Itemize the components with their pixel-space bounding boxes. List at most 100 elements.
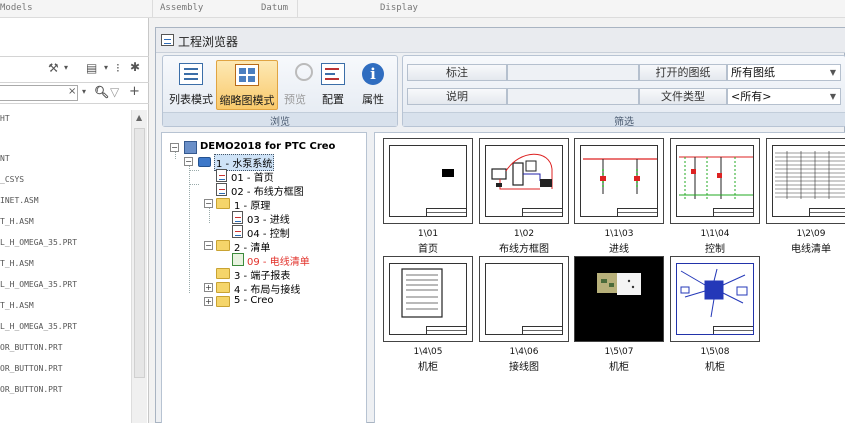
list-item[interactable]: OR_BUTTON.PRT: [0, 343, 63, 352]
list-item[interactable]: T_H.ASM: [0, 217, 34, 226]
filter-row-1: 标注 打开的图纸 所有图纸 ▼: [407, 64, 841, 81]
drawing-icon: [232, 211, 243, 224]
list-item[interactable]: NT: [0, 154, 10, 163]
thumbnail-item[interactable]: 1\4\06 接线图: [479, 256, 569, 373]
config-icon: [321, 63, 345, 85]
config-button[interactable]: 配置: [315, 60, 351, 110]
file-type-label: 文件类型: [639, 88, 727, 105]
properties-label: 属性: [362, 93, 384, 106]
tree-node-label: 04 - 控制: [247, 229, 290, 240]
thumbnail-item[interactable]: 1\1\03 进线: [574, 138, 664, 255]
list-mode-button[interactable]: 列表模式: [167, 60, 215, 110]
list-item[interactable]: OR_BUTTON.PRT: [0, 364, 63, 373]
list-item[interactable]: INET.ASM: [0, 196, 39, 205]
window-titlebar: 工程浏览器: [156, 28, 845, 53]
model-tree-scrollbar[interactable]: ▲: [131, 110, 147, 423]
thumbnail-name: 机柜: [609, 362, 629, 373]
thumbnail-name: 接线图: [509, 362, 539, 373]
thumbnail-item[interactable]: 1\4\05 机柜: [383, 256, 473, 373]
plus-icon[interactable]: +: [129, 84, 140, 99]
chevron-down-icon[interactable]: ▾: [104, 63, 108, 72]
list-item[interactable]: L_H_OMEGA_35.PRT: [0, 280, 77, 289]
tree-root-label: DEMO2018 for PTC Creo: [200, 141, 336, 152]
filter-row-2: 说明 文件类型 <所有> ▼: [407, 88, 841, 105]
drawing-thumbnail: [383, 256, 473, 342]
search-input[interactable]: [0, 85, 78, 101]
engineering-browser-window: 工程浏览器 列表模式 缩略图模式 预览 配置 i 属性 浏览 标注 打开的图纸 …: [155, 27, 845, 423]
filter-icon[interactable]: ▽: [110, 85, 119, 99]
model-tree-panel: ⚒ ▾ ▤ ▾ ⁝ ✱ × ▾ 🔍︎ ▽ + HT NT _CSYS INET.…: [0, 18, 149, 423]
top-ribbon-strip: Models Assembly Datum Display: [0, 0, 845, 18]
thumbnail-item[interactable]: 1\1\04 控制: [670, 138, 760, 255]
tree-node-label: 02 - 布线方框图: [231, 187, 304, 198]
file-type-value: <所有>: [731, 90, 772, 103]
drawing-thumbnail: [574, 138, 664, 224]
folder-icon: [216, 296, 230, 307]
expand-icon[interactable]: +: [204, 297, 213, 306]
thumbnail-code: 1\01: [417, 229, 439, 239]
tag-filter-input[interactable]: [507, 64, 639, 81]
thumbnail-name: 机柜: [418, 362, 438, 373]
thumbnail-name: 首页: [418, 244, 438, 255]
preview-button[interactable]: 预览: [280, 60, 313, 110]
thumbnail-item[interactable]: 1\01 首页: [383, 138, 473, 255]
assembly-label[interactable]: Assembly: [160, 3, 203, 13]
thumbnail-item[interactable]: 1\5\07 机柜: [574, 256, 664, 373]
models-label[interactable]: Models: [0, 3, 33, 13]
filter-group: 标注 打开的图纸 所有图纸 ▼ 说明 文件类型 <所有> ▼ 筛选: [402, 55, 845, 128]
thumbnail-view: 1\01 首页 1\02 布线方框图 1\1\03 进线 1\1\04 控制 1…: [374, 132, 845, 423]
list-item[interactable]: T_H.ASM: [0, 259, 34, 268]
window-title: 工程浏览器: [178, 35, 239, 49]
list-item[interactable]: _CSYS: [0, 175, 24, 184]
list-item[interactable]: L_H_OMEGA_35.PRT: [0, 322, 77, 331]
show-icon[interactable]: ▤: [86, 61, 97, 75]
list-item[interactable]: OR_BUTTON.PRT: [0, 385, 63, 394]
desc-filter-input[interactable]: [507, 88, 639, 105]
scroll-up-icon[interactable]: ▲: [136, 113, 142, 122]
list-item[interactable]: L_H_OMEGA_35.PRT: [0, 238, 77, 247]
browse-group-label: 浏览: [163, 112, 397, 128]
thumbnail-name: 进线: [609, 244, 629, 255]
thumbnail-item[interactable]: 1\5\08 机柜: [670, 256, 760, 373]
tree-node-label: 01 - 首页: [231, 173, 274, 184]
preview-icon: [295, 63, 313, 81]
display-label[interactable]: Display: [380, 3, 418, 13]
dropdown-arrow-icon: ▼: [829, 92, 836, 101]
settings-icon[interactable]: ⚒: [48, 61, 59, 75]
tree-node-label: 4 - 布局与接线: [234, 285, 301, 296]
properties-button[interactable]: i 属性: [353, 60, 393, 110]
collapse-icon[interactable]: −: [184, 157, 193, 166]
more-icon[interactable]: ⁝: [116, 61, 120, 75]
collapse-icon[interactable]: −: [204, 241, 213, 250]
open-sheet-select[interactable]: 所有图纸 ▼: [727, 64, 841, 81]
thumbnail-item[interactable]: 1\2\09 电线清单: [766, 138, 845, 255]
drawing-icon: [216, 183, 227, 196]
tree-node-label: 3 - 端子报表: [234, 271, 291, 282]
list-document-icon: [232, 253, 244, 266]
thumbnail-mode-button[interactable]: 缩略图模式: [216, 60, 278, 110]
datum-label[interactable]: Datum: [261, 3, 288, 13]
desc-filter-label: 说明: [407, 88, 507, 105]
drawing-thumbnail: [574, 256, 664, 342]
add-icon[interactable]: ✱: [130, 60, 140, 74]
thumbnail-code: 1\5\08: [700, 347, 730, 357]
expand-icon[interactable]: +: [204, 283, 213, 292]
thumbnail-item[interactable]: 1\02 布线方框图: [479, 138, 569, 255]
collapse-icon[interactable]: −: [204, 199, 213, 208]
list-item[interactable]: HT: [0, 114, 10, 123]
thumbnail-name: 机柜: [705, 362, 725, 373]
clear-icon[interactable]: ×: [68, 86, 76, 97]
chevron-down-icon[interactable]: ▾: [82, 87, 86, 96]
list-item[interactable]: T_H.ASM: [0, 301, 34, 310]
thumbnail-name: 电线清单: [791, 244, 831, 255]
file-type-select[interactable]: <所有> ▼: [727, 88, 841, 105]
project-icon: [184, 141, 197, 154]
thumbnail-code: 1\2\09: [796, 229, 826, 239]
find-icon[interactable]: 🔍︎: [94, 85, 109, 99]
thumbnail-code: 1\4\05: [413, 347, 443, 357]
collapse-icon[interactable]: −: [170, 143, 179, 152]
scrollbar-thumb[interactable]: [134, 128, 145, 378]
thumbnail-name: 控制: [705, 244, 725, 255]
chevron-down-icon[interactable]: ▾: [64, 63, 68, 72]
drawing-thumbnail: [670, 138, 760, 224]
